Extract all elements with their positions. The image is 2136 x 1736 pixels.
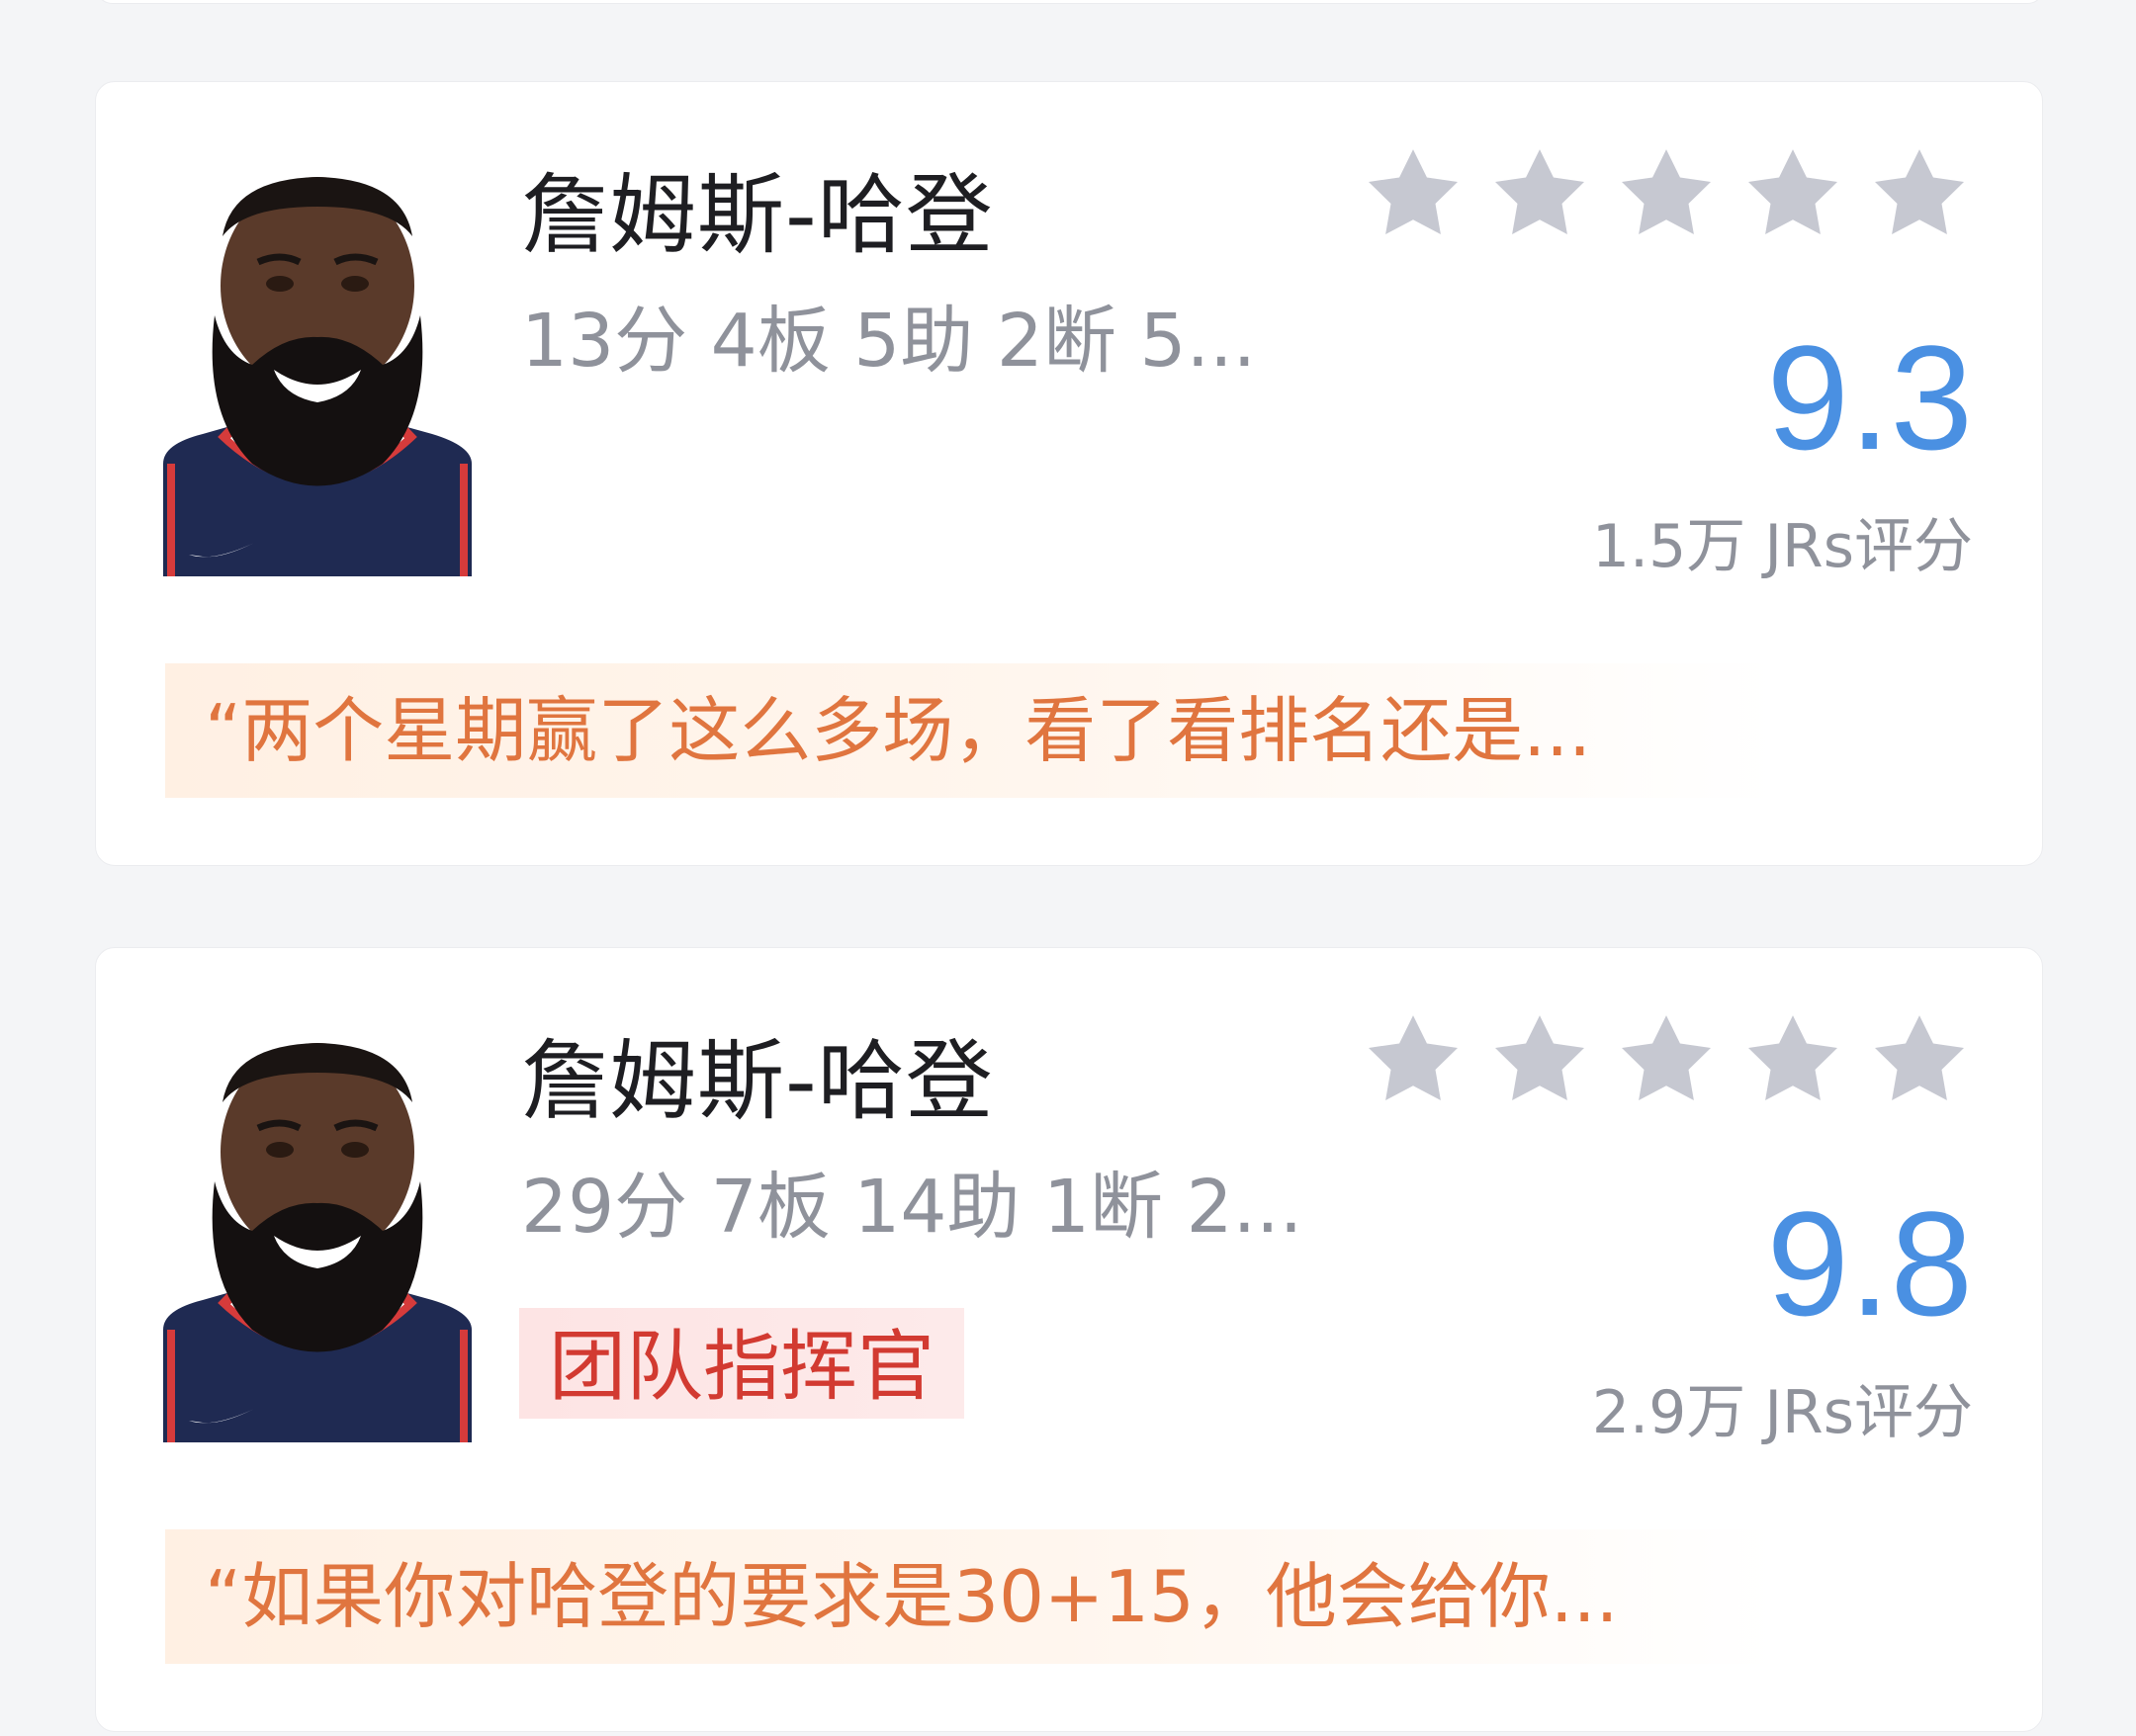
hot-comment[interactable]: “如果你对哈登的要求是30+15，他会给你... xyxy=(165,1529,1777,1664)
star-icon[interactable] xyxy=(1613,1007,1720,1114)
star-icon[interactable] xyxy=(1739,141,1846,248)
player-name: 詹姆斯-哈登 xyxy=(521,1030,994,1132)
star-icon[interactable] xyxy=(1486,141,1593,248)
star-icon[interactable] xyxy=(1739,1007,1846,1114)
player-stats: 29分 7板 14助 1断 2... xyxy=(521,1165,1303,1250)
hot-comment[interactable]: “两个星期赢了这么多场，看了看排名还是... xyxy=(165,663,1777,798)
player-tag-badge[interactable]: 团队指挥官 xyxy=(519,1308,965,1419)
rating-count: 2.9万 JRs评分 xyxy=(1591,1378,1973,1447)
star-icon[interactable] xyxy=(1866,1007,1973,1114)
star-icon[interactable] xyxy=(1866,141,1973,248)
player-name: 詹姆斯-哈登 xyxy=(521,164,994,266)
player-stats: 13分 4板 5助 2断 5... xyxy=(521,299,1257,384)
rating-stars[interactable] xyxy=(1360,141,1973,252)
star-icon[interactable] xyxy=(1486,1007,1593,1114)
average-score: 9.3 xyxy=(1766,314,1973,480)
previous-card-edge xyxy=(95,0,2045,4)
player-rating-card[interactable]: 詹姆斯-哈登 29分 7板 14助 1断 2... 团队指挥官 9.8 2.9万… xyxy=(95,947,2043,1732)
star-icon[interactable] xyxy=(1613,141,1720,248)
player-avatar xyxy=(163,167,472,576)
player-avatar xyxy=(163,1033,472,1442)
average-score: 9.8 xyxy=(1766,1180,1973,1346)
star-icon[interactable] xyxy=(1360,141,1467,248)
rating-stars[interactable] xyxy=(1360,1007,1973,1118)
rating-count: 1.5万 JRs评分 xyxy=(1591,512,1973,581)
player-rating-card[interactable]: 詹姆斯-哈登 13分 4板 5助 2断 5... 9.3 1.5万 JRs评分 … xyxy=(95,81,2043,866)
star-icon[interactable] xyxy=(1360,1007,1467,1114)
